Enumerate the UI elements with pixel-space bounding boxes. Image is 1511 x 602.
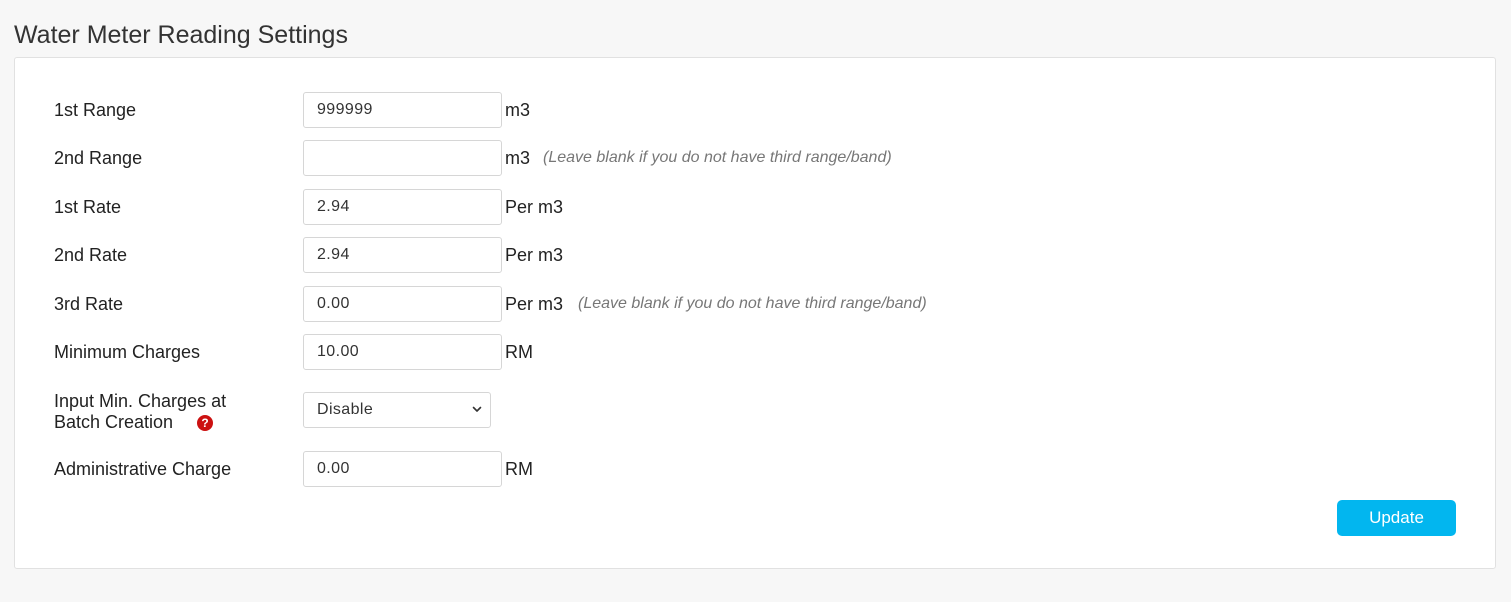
rate2-input[interactable] [303, 237, 502, 273]
rate1-label: 1st Rate [54, 197, 122, 217]
question-circle-icon[interactable]: ? [197, 415, 214, 431]
row-admin-charge: Administrative Charge RM [15, 451, 1495, 487]
range1-label: 1st Range [54, 100, 137, 120]
min-charges-input[interactable] [303, 334, 502, 370]
rate1-input[interactable] [303, 189, 502, 225]
row-rate2: 2nd Rate Per m3 [15, 237, 1495, 273]
range1-unit: m3 [505, 100, 531, 120]
input-min-charges-selected: Disable [317, 401, 374, 418]
row-input-min-charges: Input Min. Charges at Batch Creation? Di… [15, 391, 1495, 432]
admin-charge-unit: RM [505, 459, 533, 479]
settings-panel: 1st Range m3 2nd Range m3 (Leave blank i… [14, 57, 1496, 569]
input-min-charges-label-line2: Batch Creation [54, 412, 174, 432]
chevron-down-icon [472, 406, 482, 412]
input-min-charges-label-line1: Input Min. Charges at [54, 391, 227, 411]
rate2-unit: Per m3 [505, 245, 564, 265]
rate3-input[interactable] [303, 286, 502, 322]
range2-input[interactable] [303, 140, 502, 176]
range2-unit: m3 [505, 148, 531, 168]
page-title: Water Meter Reading Settings [14, 21, 348, 49]
row-rate1: 1st Rate Per m3 [15, 189, 1495, 225]
min-charges-label: Minimum Charges [54, 342, 201, 362]
rate3-unit: Per m3 [505, 294, 564, 314]
input-min-charges-label-line2-wrap: Batch Creation? [54, 412, 254, 433]
rate3-hint: (Leave blank if you do not have third ra… [578, 295, 927, 312]
min-charges-unit: RM [505, 342, 533, 362]
row-rate3: 3rd Rate Per m3 (Leave blank if you do n… [15, 286, 1495, 322]
range2-hint: (Leave blank if you do not have third ra… [543, 149, 892, 166]
input-min-charges-label: Input Min. Charges at Batch Creation? [54, 391, 254, 433]
row-min-charges: Minimum Charges RM [15, 334, 1495, 370]
range2-label: 2nd Range [54, 148, 143, 168]
row-range2: 2nd Range m3 (Leave blank if you do not … [15, 140, 1495, 176]
update-button[interactable]: Update [1337, 500, 1456, 536]
row-range1: 1st Range m3 [15, 92, 1495, 128]
rate2-label: 2nd Rate [54, 245, 128, 265]
rate3-label: 3rd Rate [54, 294, 124, 314]
rate1-unit: Per m3 [505, 197, 564, 217]
admin-charge-label: Administrative Charge [54, 459, 232, 479]
admin-charge-input[interactable] [303, 451, 502, 487]
range1-input[interactable] [303, 92, 502, 128]
input-min-charges-select[interactable]: Disable [303, 392, 491, 428]
